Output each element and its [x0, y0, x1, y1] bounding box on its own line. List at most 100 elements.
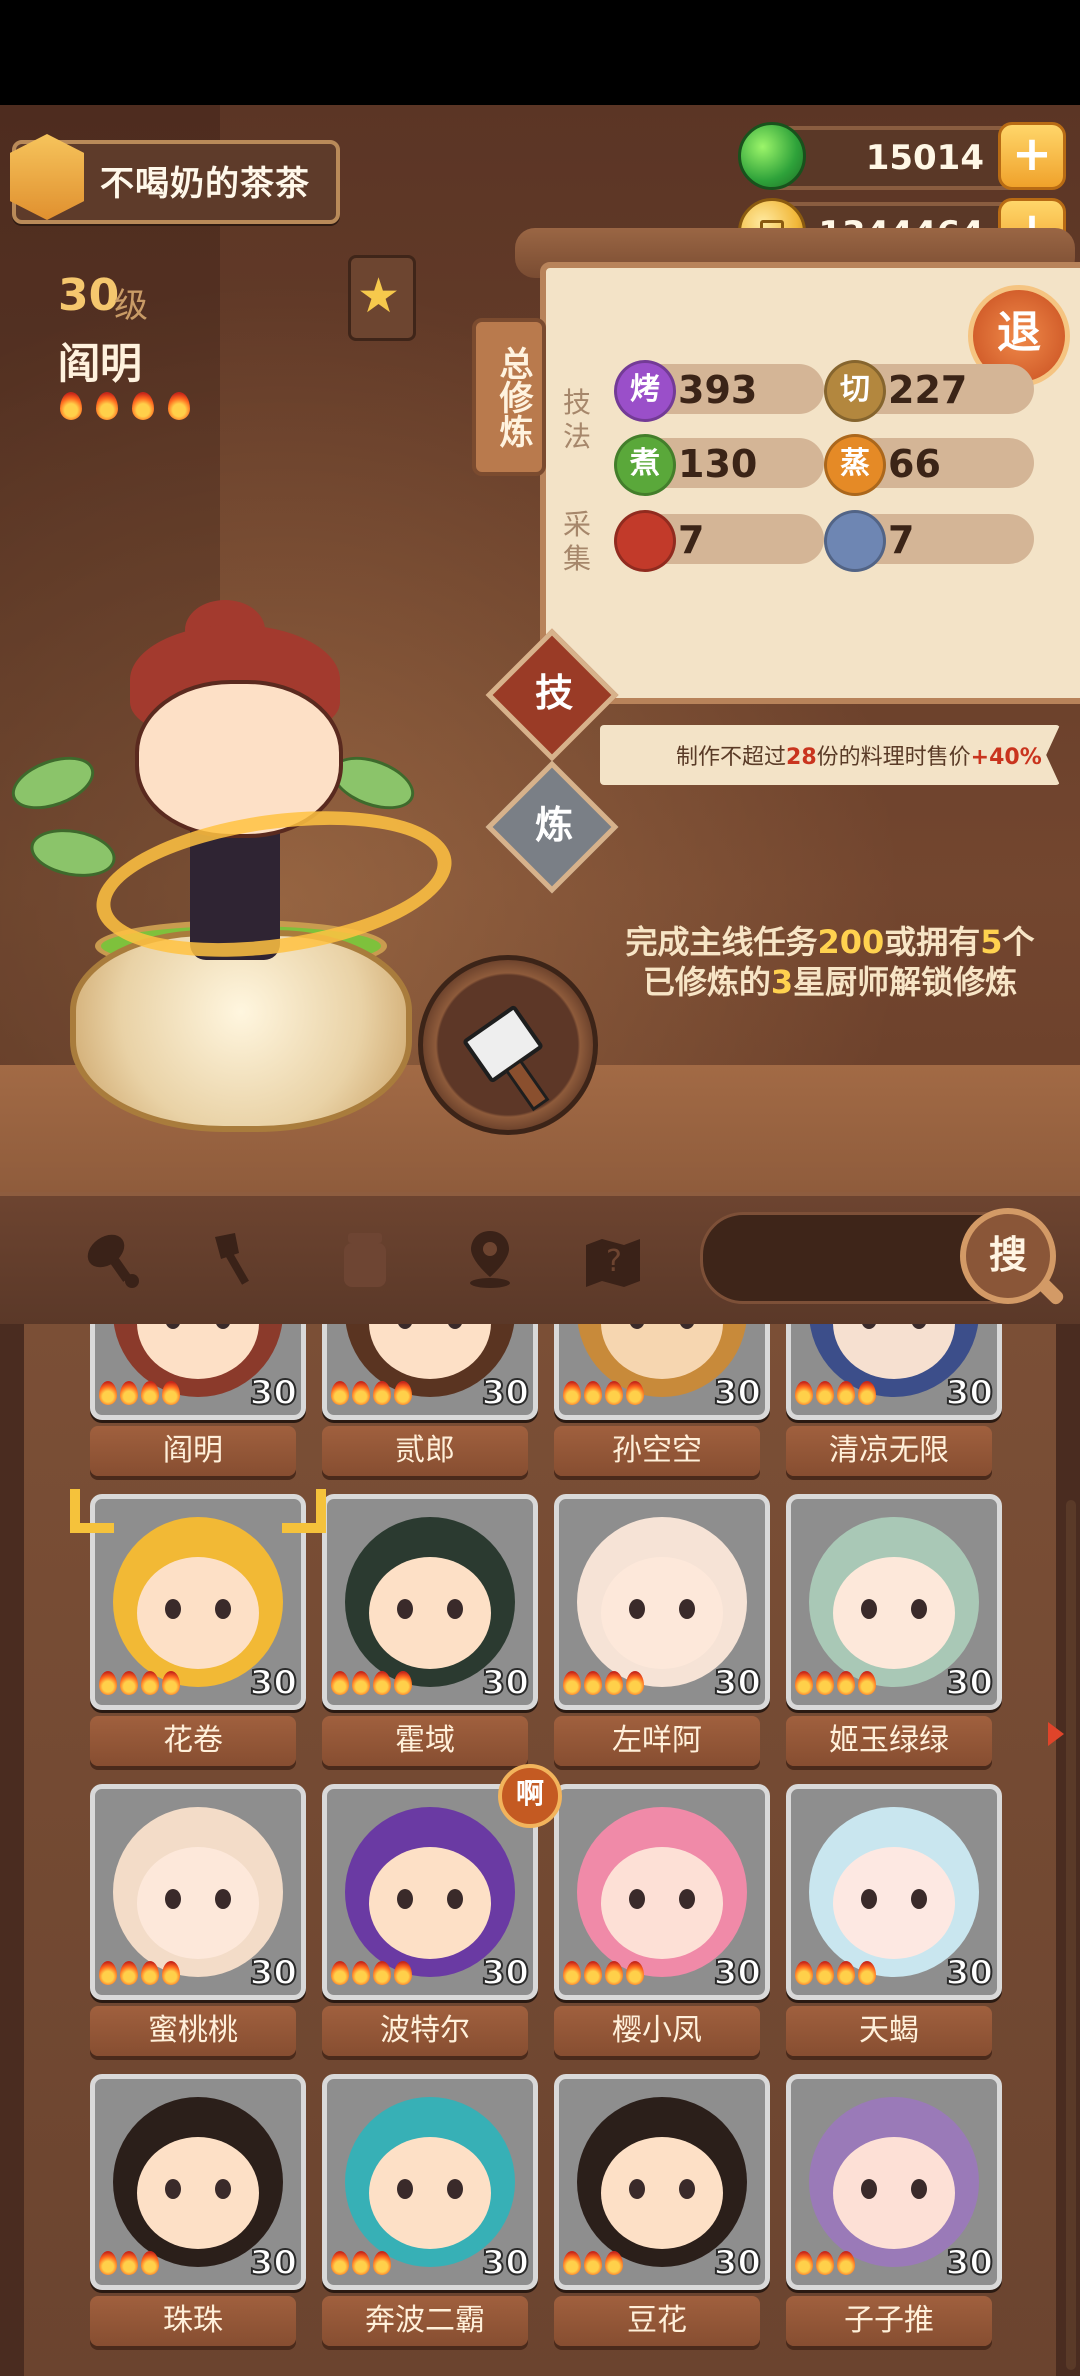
chef-name: 阎明: [58, 339, 143, 388]
player-name-plate[interactable]: 不喝奶的茶茶: [10, 134, 340, 224]
chef-card[interactable]: 30 花卷: [90, 1494, 306, 1774]
chef-card[interactable]: 30 波特尔: [322, 1784, 538, 2064]
portrait-eye: [165, 1599, 181, 1619]
chef-card[interactable]: 30 樱小凤: [554, 1784, 770, 2064]
portrait-eye: [911, 2179, 927, 2199]
portrait-eye: [861, 1599, 877, 1619]
portrait-eye: [447, 2179, 463, 2199]
chef-card[interactable]: 30 豆花: [554, 2074, 770, 2354]
flame-icon: [563, 1381, 581, 1405]
flame-icon: [373, 1961, 391, 1985]
new-badge: 啊: [498, 1764, 562, 1828]
fish-icon: [824, 510, 886, 572]
portrait-eye: [215, 1599, 231, 1619]
location-pin-icon[interactable]: [457, 1225, 523, 1291]
chef-name: 贰郎: [322, 1426, 528, 1476]
bonus-text: 制作不超过28份的料理时售价+40%: [676, 739, 1042, 771]
portrait-face: [833, 2137, 955, 2249]
side-arrow-icon[interactable]: [1048, 1722, 1064, 1746]
flame-icon: [60, 392, 82, 420]
chef-name: 蜜桃桃: [90, 2006, 296, 2056]
chef-star-rating: [563, 1671, 647, 1699]
portrait-face: [833, 1847, 955, 1959]
chef-card[interactable]: 30 子子推: [786, 2074, 1002, 2354]
chef-card[interactable]: 30 奔波二霸: [322, 2074, 538, 2354]
flame-icon: [837, 1671, 855, 1695]
chef-name: 波特尔: [322, 2006, 528, 2056]
chef-level: 30: [249, 2242, 298, 2284]
skill-cut-value: 227: [888, 368, 968, 412]
portrait-face: [833, 1557, 955, 1669]
flame-icon: [626, 1961, 644, 1985]
portrait-face: [137, 1557, 259, 1669]
roster-scrollbar[interactable]: [1066, 1500, 1076, 2370]
flame-icon: [141, 1381, 159, 1405]
flame-icon: [816, 2251, 834, 2275]
skill-grill: 烤 393: [614, 360, 824, 422]
flame-icon: [584, 1381, 602, 1405]
chef-portrait: 30: [786, 1494, 1002, 1710]
portrait-eye: [861, 1889, 877, 1909]
chef-card[interactable]: 30 贰郎: [322, 1324, 538, 1484]
flame-icon: [816, 1671, 834, 1695]
flame-icon: [141, 1671, 159, 1695]
chef-card[interactable]: 30 左咩阿: [554, 1494, 770, 1774]
chef-name: 左咩阿: [554, 1716, 760, 1766]
player-name: 不喝奶的茶茶: [100, 164, 310, 204]
flame-icon: [120, 1671, 138, 1695]
selection-corner: [70, 1489, 114, 1533]
chef-star-rating: [563, 1381, 647, 1409]
chef-card[interactable]: 30 霍域: [322, 1494, 538, 1774]
chef-card[interactable]: 30 蜜桃桃: [90, 1784, 306, 2064]
player-badge-icon: [10, 134, 84, 220]
bonus-percent: +40%: [970, 745, 1042, 770]
shovel-icon[interactable]: [205, 1225, 271, 1291]
chef-star-rating: [331, 1381, 415, 1409]
flame-icon: [837, 1381, 855, 1405]
flame-icon: [120, 1381, 138, 1405]
chef-star-rating: [99, 1671, 183, 1699]
skill-mode-label: 技: [535, 670, 574, 715]
portrait-eye: [397, 1889, 413, 1909]
map-icon[interactable]: ?: [580, 1225, 646, 1291]
gem-counter: 15014 +: [738, 122, 1066, 190]
search-button[interactable]: 搜: [960, 1208, 1056, 1304]
portrait-eye: [629, 2179, 645, 2199]
flame-icon: [373, 1381, 391, 1405]
portrait-eye: [165, 1889, 181, 1909]
flame-icon: [168, 392, 190, 420]
flame-icon: [584, 1671, 602, 1695]
chef-name: 霍域: [322, 1716, 528, 1766]
flame-icon: [837, 2251, 855, 2275]
jar-icon[interactable]: [332, 1225, 398, 1291]
chef-level: 30: [713, 1952, 762, 1994]
add-gems-button[interactable]: +: [998, 122, 1066, 190]
favorite-star-button[interactable]: ★: [348, 255, 416, 341]
chef-card[interactable]: 30 阎明: [90, 1324, 306, 1484]
flame-icon: [96, 392, 118, 420]
total-training-tab[interactable]: 总修炼: [472, 318, 546, 476]
chef-card[interactable]: 30 孙空空: [554, 1324, 770, 1484]
chef-card[interactable]: 30 天蝎: [786, 1784, 1002, 2064]
chef-portrait: 30: [90, 1784, 306, 2000]
gather-meat-value: 7: [678, 518, 705, 562]
chef-star-rating: [99, 1961, 183, 1989]
chef-card[interactable]: 30 珠珠: [90, 2074, 306, 2354]
boil-icon: 煮: [614, 434, 676, 496]
jade-gem-icon: [738, 122, 806, 190]
flame-icon: [584, 1961, 602, 1985]
flame-icon: [563, 1671, 581, 1695]
bonus-middle: 份的料理时售价: [816, 745, 971, 770]
chef-card[interactable]: 30 姬玉绿绿: [786, 1494, 1002, 1774]
portrait-eye: [679, 2179, 695, 2199]
flame-icon: [373, 1671, 391, 1695]
flame-icon: [141, 2251, 159, 2275]
portrait-face: [137, 2137, 259, 2249]
flame-icon: [858, 1961, 876, 1985]
cultivate-action-button[interactable]: [418, 955, 598, 1135]
meat-leg-icon[interactable]: [80, 1225, 146, 1291]
chef-card[interactable]: 30 清凉无限: [786, 1324, 1002, 1484]
flame-icon: [352, 1671, 370, 1695]
cut-icon: 切: [824, 360, 886, 422]
chef-star-rating: [99, 2251, 162, 2279]
